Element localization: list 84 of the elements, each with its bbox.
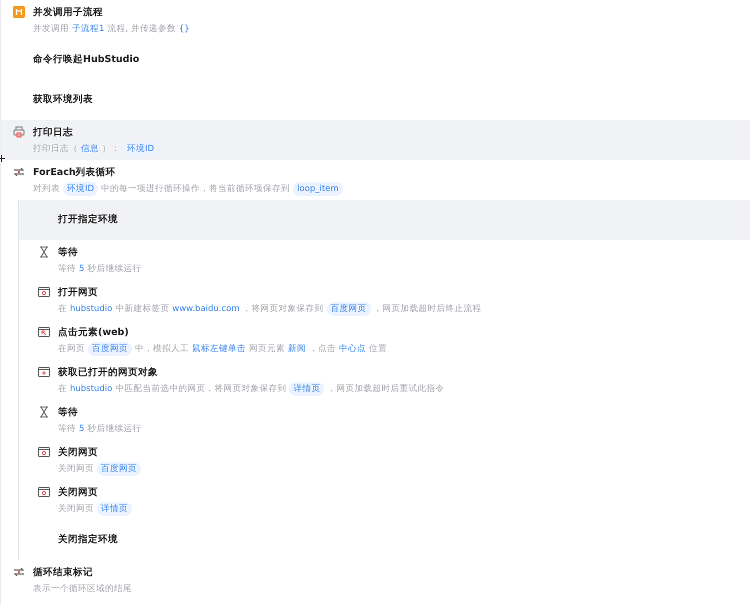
step-row[interactable]: 命令行唤起HubStudio bbox=[1, 40, 750, 80]
parameter-link[interactable]: www.baidu.com bbox=[172, 302, 240, 316]
description-text: 并发调用 bbox=[33, 23, 69, 36]
parameter-link[interactable]: 子流程1 bbox=[72, 22, 104, 36]
step-title: 关闭指定环境 bbox=[58, 533, 118, 547]
browser-window-icon bbox=[38, 446, 50, 458]
description-text: ，点击 bbox=[309, 343, 336, 356]
browser-window-icon bbox=[38, 486, 50, 498]
printer-icon bbox=[13, 126, 25, 138]
step-title: 打开网页 bbox=[58, 286, 99, 300]
description-text: 中新建标签页 bbox=[115, 303, 170, 316]
variable-tag: 详情页 bbox=[97, 502, 132, 516]
step-row[interactable]: 关闭网页 关闭网页 详情页 bbox=[19, 480, 750, 520]
step-title: 打开指定环境 bbox=[58, 213, 118, 227]
parameter-link[interactable]: 5 bbox=[79, 422, 84, 436]
loop-icon bbox=[13, 166, 25, 178]
step-row[interactable]: 打开网页 在 hubstudio 中新建标签页 www.baidu.com ，将网页对象保存到 百度网页 ，网页加载超时后终止流程 bbox=[19, 280, 750, 320]
step-row[interactable]: 循环结束标记 表示一个循环区域的结尾 bbox=[1, 560, 750, 600]
variable-tag: loop_item bbox=[293, 182, 343, 196]
step-title: 关闭网页 bbox=[58, 446, 99, 460]
step-title: 并发调用子流程 bbox=[33, 6, 104, 20]
description-text: ，网页加载超时后重试此指令 bbox=[327, 383, 444, 396]
step-row[interactable]: 并发调用子流程 并发调用 子流程1 流程, 并传递参数 {} bbox=[1, 0, 750, 40]
step-row[interactable]: 获取环境列表 bbox=[1, 80, 750, 120]
variable-tag: 环境ID bbox=[123, 142, 158, 156]
step-title: 点击元素(web) bbox=[58, 326, 130, 340]
description-text: ，将网页对象保存到 bbox=[242, 303, 324, 316]
step-title: 获取已打开的网页对象 bbox=[58, 366, 159, 380]
description-text: 流程, 并传递参数 bbox=[107, 22, 176, 36]
step-row[interactable]: 关闭指定环境 bbox=[19, 520, 750, 560]
hourglass-icon bbox=[38, 246, 50, 258]
step-row[interactable]: 等待 等待 5 秒后继续运行 bbox=[19, 400, 750, 440]
description-text: 对列表 bbox=[33, 183, 60, 196]
step-row[interactable]: 获取已打开的网页对象 在 hubstudio 中匹配当前选中的网页，将网页对象保存到 详情页 ，网页加载超时后重试此指令 bbox=[19, 360, 750, 400]
parameter-link[interactable]: 中心点 bbox=[339, 342, 366, 356]
parameter-link[interactable]: 鼠标左键单击 bbox=[192, 342, 246, 356]
step-row[interactable]: 等待 等待 5 秒后继续运行 bbox=[19, 240, 750, 280]
step-title: 循环结束标记 bbox=[33, 566, 94, 580]
description-text: 等待 bbox=[58, 423, 76, 436]
description-text: 位置 bbox=[369, 343, 387, 356]
description-text: 中匹配当前选中的网页，将网页对象保存到 bbox=[115, 383, 286, 396]
browser-window-icon bbox=[38, 286, 50, 298]
parameter-link[interactable]: {} bbox=[178, 22, 190, 36]
step-title: 打印日志 bbox=[33, 126, 74, 140]
description-text: 关闭网页 bbox=[58, 463, 94, 476]
description-text: 表示一个循环区域的结尾 bbox=[33, 583, 132, 596]
variable-tag: 环境ID bbox=[63, 182, 98, 196]
description-text: 打印日志（ bbox=[33, 143, 78, 156]
step-title: 关闭网页 bbox=[58, 486, 99, 500]
description-text: ）： bbox=[102, 143, 120, 156]
variable-tag: 详情页 bbox=[289, 382, 324, 396]
step-row[interactable]: 打印日志 打印日志（ 信息 ）： 环境ID bbox=[1, 120, 750, 160]
subflow-icon bbox=[13, 6, 25, 18]
step-row[interactable]: ForEach列表循环 对列表 环境ID 中的每一项进行循环操作，将当前循环项保存到 loop_item bbox=[1, 160, 750, 200]
description-text: 中，模拟人工 bbox=[135, 343, 189, 356]
variable-tag: 百度网页 bbox=[326, 302, 371, 316]
description-text: 等待 bbox=[58, 263, 76, 276]
step-title: 等待 bbox=[58, 246, 79, 260]
description-text: 在网页 bbox=[58, 343, 85, 356]
variable-tag: 百度网页 bbox=[88, 342, 132, 356]
hourglass-icon bbox=[38, 406, 50, 418]
description-text: 中的每一项进行循环操作，将当前循环项保存到 bbox=[101, 183, 290, 196]
description-text: 网页元素 bbox=[249, 343, 285, 356]
step-title: 等待 bbox=[58, 406, 79, 420]
parameter-link[interactable]: hubstudio bbox=[70, 382, 112, 396]
description-text: ，网页加载超时后终止流程 bbox=[374, 302, 482, 316]
step-title: ForEach列表循环 bbox=[33, 166, 117, 180]
description-text: 秒后继续运行 bbox=[87, 263, 142, 276]
step-title: 命令行唤起HubStudio bbox=[33, 53, 140, 67]
description-text: 在 bbox=[58, 303, 67, 316]
step-title: 获取环境列表 bbox=[33, 93, 93, 107]
parameter-link[interactable]: 5 bbox=[79, 262, 84, 276]
description-text: 在 bbox=[58, 383, 67, 396]
browser-window-icon bbox=[38, 366, 50, 378]
step-row[interactable]: 关闭网页 关闭网页 百度网页 bbox=[19, 440, 750, 480]
variable-tag: 百度网页 bbox=[97, 462, 141, 476]
parameter-link[interactable]: hubstudio bbox=[70, 302, 112, 316]
loop-end-icon bbox=[13, 566, 25, 578]
click-icon bbox=[38, 326, 50, 338]
parameter-link[interactable]: 新闻 bbox=[288, 342, 306, 356]
step-row[interactable]: 点击元素(web) 在网页 百度网页 中，模拟人工 鼠标左键单击 网页元素 新闻 ，点击 中心点 位置 bbox=[19, 320, 750, 360]
description-text: 秒后继续运行 bbox=[87, 423, 142, 436]
description-text: 关闭网页 bbox=[58, 503, 94, 516]
step-row[interactable]: 打开指定环境 bbox=[19, 200, 750, 240]
